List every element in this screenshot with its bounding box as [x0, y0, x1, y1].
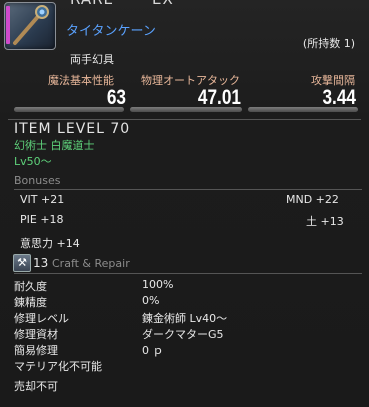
quick-repair-label: 簡易修理: [14, 344, 58, 357]
bonus-mnd: MND +22: [286, 193, 339, 206]
item-type: 両手幻具: [70, 53, 114, 66]
craft-divider: [14, 273, 362, 274]
materia-flag: マテリア化不可能: [14, 360, 102, 373]
cane-icon: [4, 2, 56, 50]
item-level: ITEM LEVEL 70: [14, 121, 131, 137]
rarity-stripe: [6, 6, 10, 44]
repair-material-value: ダークマターG5: [142, 328, 224, 341]
durability-value: 100%: [142, 278, 174, 291]
sell-flag: 売却不可: [14, 380, 58, 393]
bonus-determination: 意思力 +14: [20, 237, 80, 250]
durability-label: 耐久度: [14, 280, 47, 293]
item-name: タイタンケーン: [66, 24, 156, 39]
stat-bar-auto-attack: [130, 107, 242, 112]
craft-repair-title: Craft & Repair: [52, 257, 130, 270]
bonuses-divider: [14, 189, 362, 190]
rarity-label: RARE: [70, 0, 114, 8]
repair-material-label: 修理資材: [14, 328, 58, 341]
bonus-earth: 土 +13: [306, 215, 344, 228]
repair-level-label: 修理レベル: [14, 312, 69, 325]
rarity-suffix: EX: [152, 0, 174, 8]
owned-count: (所持数 1): [302, 37, 355, 50]
divider: [8, 119, 361, 120]
required-level: Lv50～: [14, 155, 52, 168]
bonuses-title: Bonuses: [14, 174, 61, 187]
quick-repair-value: 0 ｐ: [142, 344, 164, 357]
spiritbond-value: 0%: [142, 294, 160, 307]
craft-level: 13: [33, 256, 49, 270]
bonus-vit: VIT +21: [20, 193, 65, 206]
class-list: 幻術士 白魔道士: [14, 139, 95, 152]
bonus-pie: PIE +18: [20, 213, 64, 226]
spiritbond-label: 錬精度: [14, 296, 47, 309]
repair-level-value: 錬金術師 Lv40～: [142, 312, 228, 325]
stat-bar-magic-damage: [14, 107, 124, 112]
craft-badge-icon: ⚒: [13, 254, 31, 272]
stat-bar-delay: [248, 107, 358, 112]
item-tooltip: RARE EX タイタンケーン 両手幻具 (所持数 1) 魔法基本性能 物理オー…: [0, 0, 369, 407]
